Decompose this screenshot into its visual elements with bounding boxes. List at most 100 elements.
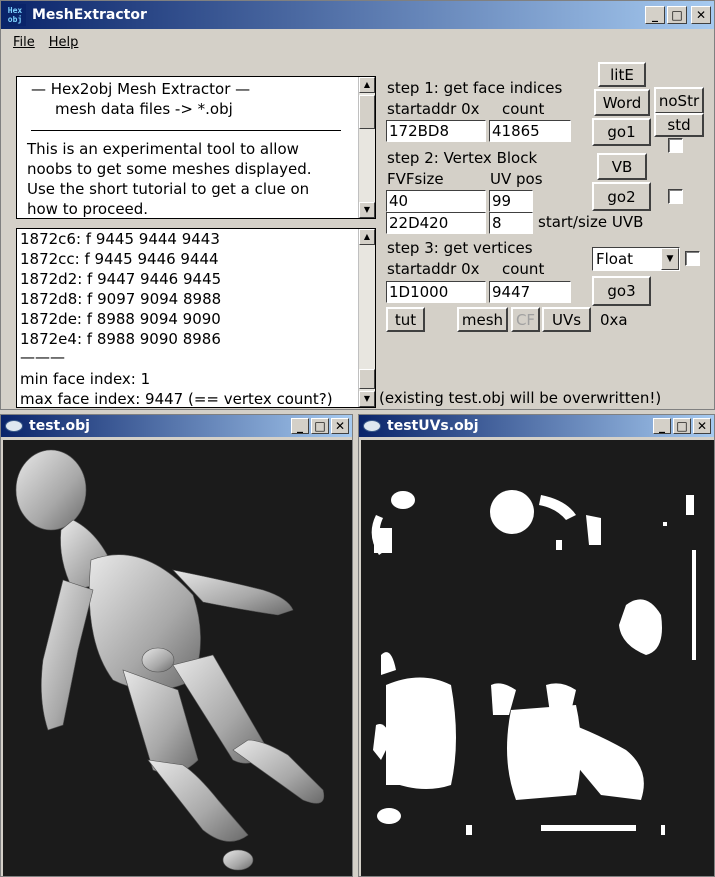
step3-addr-input[interactable]: 1D1000: [386, 281, 486, 303]
test-obj-title: test.obj: [29, 418, 90, 434]
minimize-button[interactable]: _: [653, 418, 671, 434]
vb-button[interactable]: VB: [597, 153, 647, 180]
uvpos-input[interactable]: 99: [489, 190, 533, 212]
lite-button[interactable]: litE: [598, 62, 646, 87]
test-uvs-title: testUVs.obj: [387, 418, 479, 434]
info-panel[interactable]: — Hex2obj Mesh Extractor — mesh data fil…: [16, 76, 376, 219]
close-button[interactable]: ✕: [691, 6, 711, 24]
log-panel[interactable]: 1872c6: f 9445 9444 9443 1872cc: f 9445 …: [16, 228, 376, 408]
info-text: noobs to get some meshes displayed.: [27, 160, 312, 178]
uv-viewport[interactable]: [361, 440, 714, 876]
scroll-down-icon[interactable]: ▼: [359, 202, 375, 218]
menu-file[interactable]: File: [13, 35, 35, 50]
log-line: 1872c6: f 9445 9444 9443: [20, 230, 220, 248]
maximize-button[interactable]: □: [673, 418, 691, 434]
uvs-button[interactable]: UVs: [542, 307, 591, 332]
main-titlebar[interactable]: Hex obj MeshExtractor _ □ ✕: [1, 1, 714, 29]
step1-addr-input[interactable]: 172BD8: [386, 120, 486, 142]
mesh-button[interactable]: mesh: [457, 307, 508, 332]
step1-count-input[interactable]: 41865: [489, 120, 571, 142]
test-uvs-window: testUVs.obj _ □ ✕: [358, 414, 715, 877]
log-line: 1872d2: f 9447 9446 9445: [20, 270, 222, 288]
log-line: 1872cc: f 9445 9446 9444: [20, 250, 219, 268]
std-button[interactable]: std: [654, 113, 704, 137]
maximize-icon: □: [314, 419, 326, 433]
maximize-icon: □: [676, 419, 688, 433]
mesh-render: [15, 449, 325, 871]
scroll-up-icon[interactable]: ▲: [359, 77, 375, 93]
step3-title: step 3: get vertices: [386, 238, 586, 258]
main-window: Hex obj MeshExtractor _ □ ✕ File Help — …: [0, 0, 715, 410]
log-line: min face index: 1: [20, 370, 151, 388]
fvf-input[interactable]: 40: [386, 190, 486, 212]
info-text: This is an experimental tool to allow: [27, 140, 299, 158]
window-title: MeshExtractor: [32, 7, 147, 23]
step3-addr-label: startaddr 0x: [386, 259, 486, 279]
go3-button[interactable]: go3: [592, 276, 651, 306]
go2-checkbox[interactable]: [668, 189, 683, 204]
scroll-up-icon[interactable]: ▲: [359, 229, 375, 245]
uvpos-label: UV pos: [489, 169, 586, 189]
maximize-icon: □: [671, 8, 683, 22]
step3-count-label: count: [501, 259, 586, 279]
log-line: 1872de: f 8988 9094 9090: [20, 310, 221, 328]
close-button[interactable]: ✕: [331, 418, 349, 434]
log-line: 1872d8: f 9097 9094 8988: [20, 290, 222, 308]
menu-help[interactable]: Help: [49, 35, 79, 50]
scroll-down-icon[interactable]: ▼: [359, 391, 375, 407]
info-divider: [31, 130, 341, 131]
chevron-down-icon[interactable]: ▼: [661, 248, 679, 270]
type-select-value: Float: [596, 250, 634, 268]
uvb-size-input[interactable]: 8: [489, 212, 533, 234]
hex-label: 0xa: [599, 310, 641, 330]
close-button[interactable]: ✕: [693, 418, 711, 434]
menu-bar: File Help: [3, 30, 712, 54]
warning-text: (existing test.obj will be overwritten!): [378, 388, 676, 408]
step2-title: step 2: Vertex Block: [386, 148, 586, 168]
go1-button[interactable]: go1: [592, 118, 651, 146]
std-checkbox[interactable]: [668, 138, 683, 153]
uvb-start-input[interactable]: 22D420: [386, 212, 486, 234]
eye-icon: [363, 420, 381, 432]
fvf-label: FVFsize: [386, 169, 486, 189]
go2-button[interactable]: go2: [592, 182, 651, 211]
log-line: 1872e4: f 8988 9090 8986: [20, 330, 221, 348]
uvb-label: start/size UVB: [537, 212, 659, 232]
word-button[interactable]: Word: [594, 89, 650, 116]
step1-title: step 1: get face indices: [386, 78, 586, 98]
info-title: — Hex2obj Mesh Extractor —: [31, 80, 251, 98]
nostr-button[interactable]: noStr: [654, 87, 704, 114]
scroll-thumb[interactable]: [359, 95, 375, 129]
test-obj-titlebar[interactable]: test.obj _ □ ✕: [1, 415, 352, 437]
test-uvs-titlebar[interactable]: testUVs.obj _ □ ✕: [359, 415, 714, 437]
maximize-button[interactable]: □: [311, 418, 329, 434]
info-text: Use the short tutorial to get a clue on: [27, 180, 310, 198]
minimize-icon: _: [297, 419, 303, 433]
uv-render: [371, 490, 696, 835]
minimize-icon: _: [659, 419, 665, 433]
log-line: max face index: 9447 (== vertex count?): [20, 390, 333, 408]
minimize-button[interactable]: _: [291, 418, 309, 434]
mesh-viewport[interactable]: [3, 440, 352, 876]
info-scrollbar[interactable]: ▲ ▼: [358, 77, 375, 218]
info-text: how to proceed.: [27, 200, 149, 218]
tut-button[interactable]: tut: [386, 307, 425, 332]
test-obj-window: test.obj _ □ ✕: [0, 414, 353, 877]
close-icon: ✕: [695, 8, 707, 22]
type-select[interactable]: Float ▼: [592, 247, 680, 271]
type-checkbox[interactable]: [685, 251, 700, 266]
cf-button[interactable]: CF: [511, 307, 540, 332]
minimize-icon: _: [652, 8, 658, 22]
maximize-button[interactable]: □: [667, 6, 687, 24]
close-icon: ✕: [696, 419, 708, 433]
log-scrollbar[interactable]: ▲ ▼: [358, 229, 375, 407]
minimize-button[interactable]: _: [645, 6, 665, 24]
info-subtitle: mesh data files -> *.obj: [55, 100, 233, 118]
log-line: ———: [20, 348, 65, 366]
step1-addr-label: startaddr 0x: [386, 99, 486, 119]
scroll-thumb[interactable]: [359, 369, 375, 389]
close-icon: ✕: [334, 419, 346, 433]
step3-count-input[interactable]: 9447: [489, 281, 571, 303]
app-icon: Hex obj: [4, 4, 26, 26]
step1-count-label: count: [501, 99, 586, 119]
